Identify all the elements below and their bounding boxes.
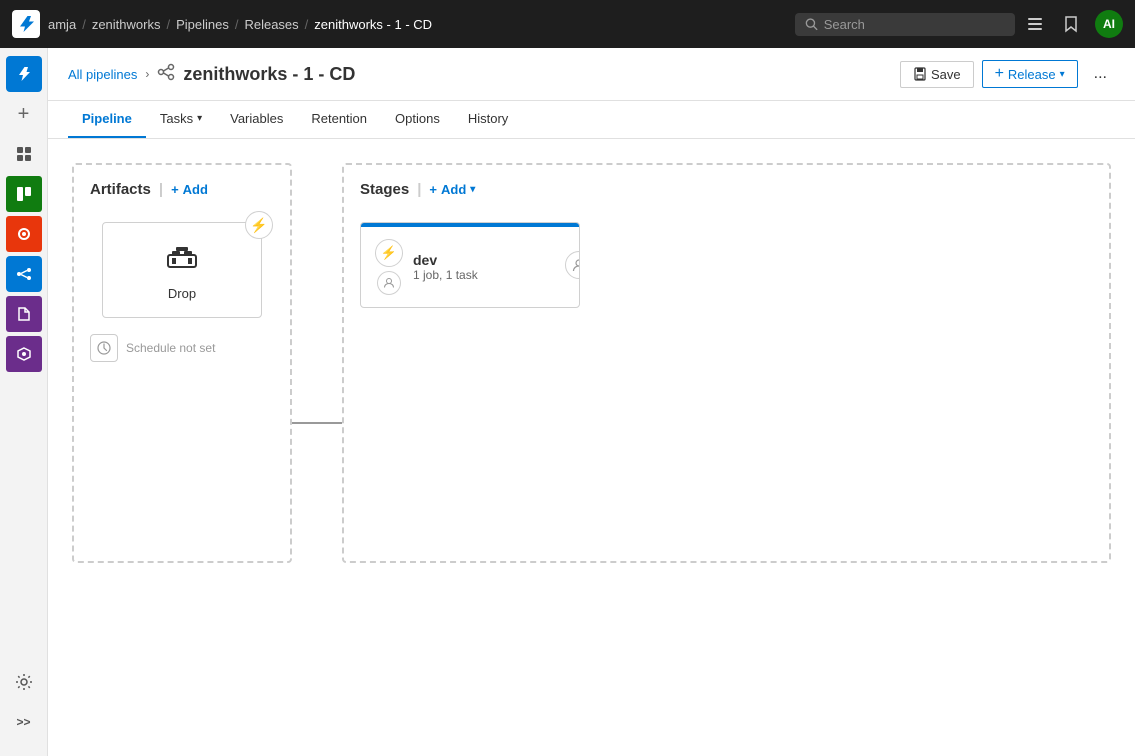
schedule-trigger[interactable]: Schedule not set [90, 334, 274, 362]
schedule-icon [90, 334, 118, 362]
schedule-label: Schedule not set [126, 341, 215, 355]
breadcrumb-releases[interactable]: Releases [244, 17, 298, 32]
search-input[interactable] [824, 17, 1005, 32]
list-icon[interactable] [1023, 12, 1047, 36]
azure-logo[interactable] [12, 10, 40, 38]
stage-trigger-icon[interactable]: ⚡ [375, 239, 403, 267]
stage-name: dev [413, 252, 565, 268]
all-pipelines-link[interactable]: All pipelines [68, 67, 137, 82]
save-button[interactable]: Save [900, 61, 974, 88]
content-area: All pipelines › zenithworks - 1 - CD [48, 48, 1135, 756]
stage-approver-icon[interactable] [377, 271, 401, 295]
breadcrumb-sep-4: / [305, 17, 309, 32]
tabs-bar: Pipeline Tasks ▾ Variables Retention Opt… [48, 101, 1135, 139]
artifacts-title: Artifacts [90, 181, 151, 198]
sidebar-item-testplans[interactable] [6, 296, 42, 332]
sidebar: + [0, 48, 48, 756]
tab-retention[interactable]: Retention [297, 101, 381, 138]
breadcrumb: amja / zenithworks / Pipelines / Release… [48, 17, 787, 32]
header-actions: Save + Release ▾ ... [900, 60, 1115, 88]
more-options-button[interactable]: ... [1086, 60, 1115, 88]
stages-add-button[interactable]: + Add ▾ [429, 182, 475, 197]
pipeline-title: zenithworks - 1 - CD [183, 64, 355, 85]
breadcrumb-zenithworks[interactable]: zenithworks [92, 17, 161, 32]
user-avatar[interactable]: AI [1095, 10, 1123, 38]
dropdown-arrow-icon: ▾ [1060, 69, 1065, 80]
sidebar-item-pipelines[interactable] [6, 256, 42, 292]
pipeline-canvas: Artifacts | + Add ⚡ [48, 139, 1135, 756]
artifacts-separator: | [159, 181, 163, 198]
plus-icon: + [995, 66, 1004, 82]
settings-icon[interactable] [6, 664, 42, 700]
artifacts-panel: Artifacts | + Add ⚡ [72, 163, 292, 563]
stage-card-dev[interactable]: ⚡ dev [360, 222, 580, 308]
artifact-build-icon [166, 239, 198, 278]
save-icon [913, 67, 927, 81]
sidebar-item-artifacts[interactable] [6, 336, 42, 372]
artifacts-header: Artifacts | + Add [90, 181, 274, 198]
sidebar-item-repos[interactable] [6, 216, 42, 252]
tab-variables[interactable]: Variables [216, 101, 297, 138]
sidebar-bottom: >> [6, 664, 42, 748]
bookmark-icon[interactable] [1059, 12, 1083, 36]
stage-left-icons: ⚡ [375, 239, 403, 295]
artifact-trigger-icon[interactable]: ⚡ [245, 211, 273, 239]
add-dropdown-icon: ▾ [470, 184, 475, 195]
top-navigation-bar: amja / zenithworks / Pipelines / Release… [0, 0, 1135, 48]
pipeline-header: All pipelines › zenithworks - 1 - CD [48, 48, 1135, 101]
breadcrumb-sep-2: / [166, 17, 170, 32]
artifacts-add-button[interactable]: + Add [171, 182, 208, 197]
sidebar-item-add[interactable]: + [6, 96, 42, 132]
pipeline-title-icon [157, 63, 175, 86]
stage-meta: 1 job, 1 task [413, 268, 565, 282]
breadcrumb-pipelines[interactable]: Pipelines [176, 17, 229, 32]
tab-options[interactable]: Options [381, 101, 454, 138]
stage-info: dev 1 job, 1 task [413, 252, 565, 282]
artifact-card-drop[interactable]: ⚡ Drop [102, 222, 262, 318]
top-bar-icons: AI [1023, 10, 1123, 38]
stage-card-body: ⚡ dev [361, 227, 579, 307]
breadcrumb-amja[interactable]: amja [48, 17, 76, 32]
add-plus-icon-stages: + [429, 182, 437, 197]
sidebar-item-azure[interactable] [6, 56, 42, 92]
sidebar-item-overview[interactable] [6, 136, 42, 172]
canvas-inner: Artifacts | + Add ⚡ [72, 163, 1111, 563]
pipeline-title-area: zenithworks - 1 - CD [157, 63, 355, 86]
stages-separator: | [417, 181, 421, 198]
stages-panel: Stages | + Add ▾ ⚡ [342, 163, 1111, 563]
add-plus-icon: + [171, 182, 179, 197]
search-bar[interactable] [795, 13, 1015, 36]
breadcrumb-chevron: › [145, 67, 149, 81]
stages-header: Stages | + Add ▾ [360, 181, 1093, 198]
sidebar-item-boards[interactable] [6, 176, 42, 212]
tab-tasks[interactable]: Tasks ▾ [146, 101, 216, 138]
connector-line [292, 422, 342, 424]
artifact-name: Drop [168, 286, 196, 301]
tab-history[interactable]: History [454, 101, 522, 138]
release-button[interactable]: + Release ▾ [982, 60, 1078, 88]
search-icon [805, 17, 818, 31]
breadcrumb-current: zenithworks - 1 - CD [314, 17, 432, 32]
breadcrumb-sep-3: / [235, 17, 239, 32]
collapse-icon[interactable]: >> [6, 704, 42, 740]
main-layout: + [0, 48, 1135, 756]
stages-title: Stages [360, 181, 409, 198]
breadcrumb-sep-1: / [82, 17, 86, 32]
tab-pipeline[interactable]: Pipeline [68, 101, 146, 138]
